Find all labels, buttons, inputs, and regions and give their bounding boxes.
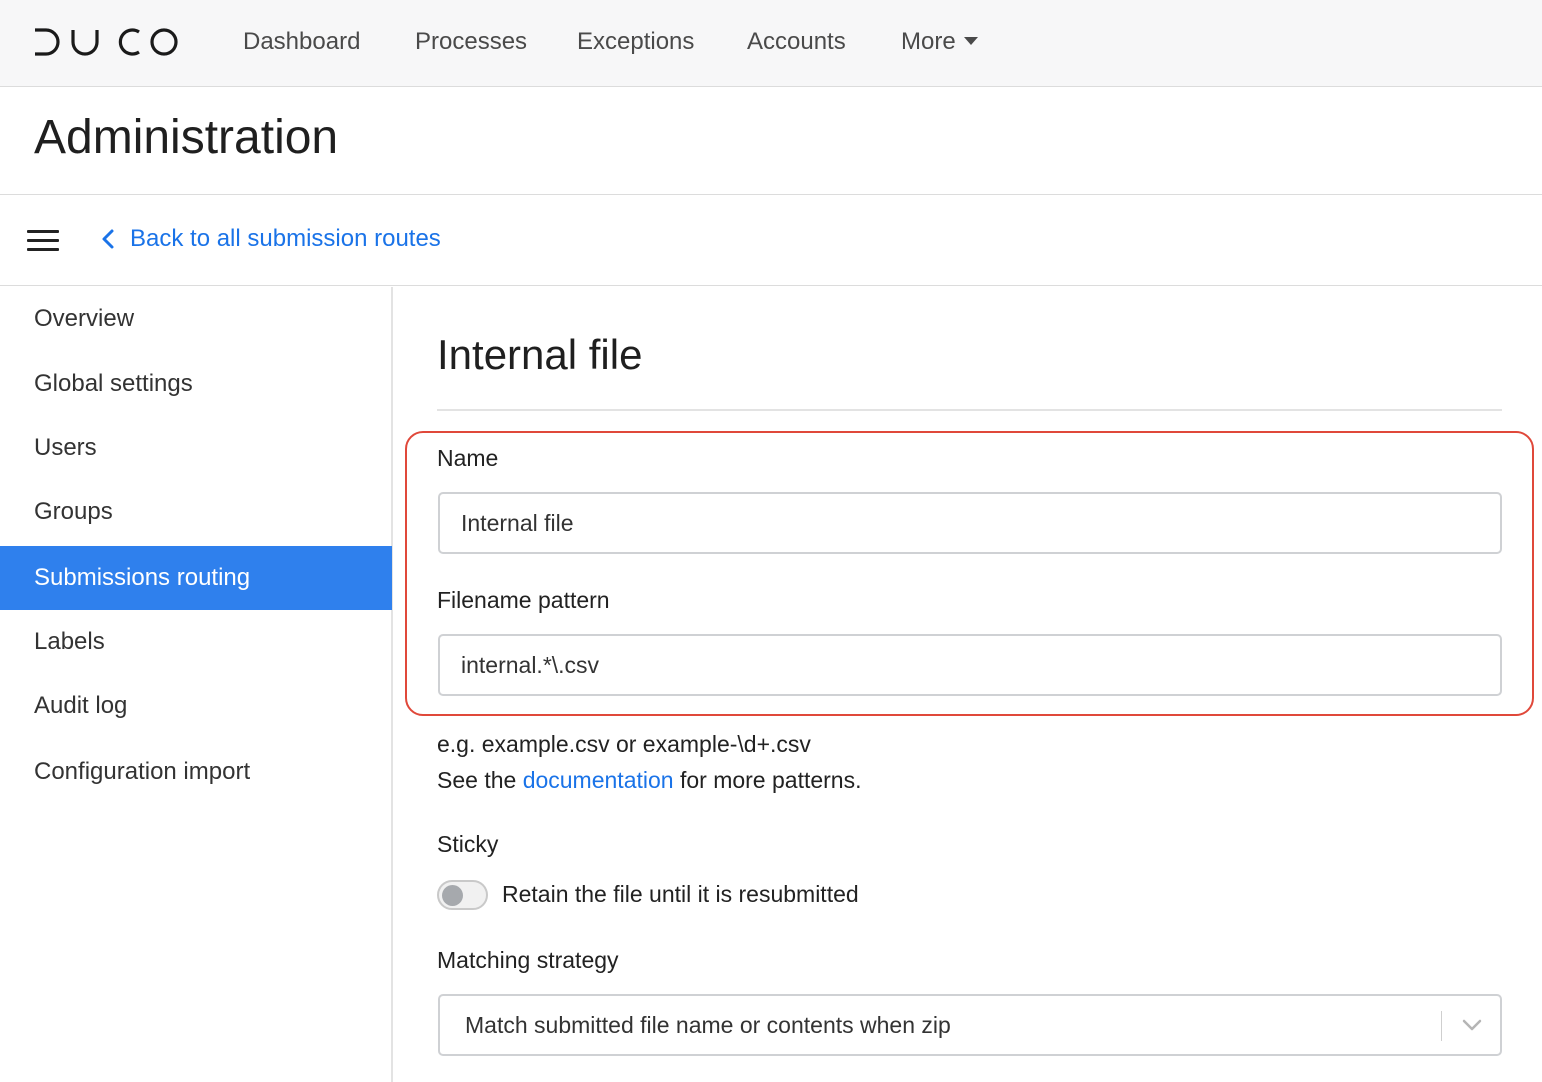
pattern-help-text: See the documentation for more patterns.: [437, 764, 862, 796]
name-input[interactable]: [438, 492, 1502, 554]
admin-sidebar: Overview Global settings Users Groups Su…: [0, 287, 393, 1082]
sidebar-item-groups[interactable]: Groups: [0, 480, 392, 544]
toggle-knob: [442, 885, 463, 906]
chevron-down-icon: [1462, 1019, 1482, 1031]
filename-pattern-label: Filename pattern: [437, 587, 610, 613]
title-divider: [437, 409, 1502, 411]
top-navbar: Dashboard Processes Exceptions Accounts …: [0, 0, 1542, 87]
pattern-example-text: e.g. example.csv or example-\d+.csv: [437, 731, 811, 757]
name-label: Name: [437, 445, 499, 471]
page-header: Administration: [0, 88, 1542, 195]
hamburger-menu-icon[interactable]: [27, 230, 59, 252]
documentation-link[interactable]: documentation: [523, 767, 674, 793]
nav-dashboard[interactable]: Dashboard: [243, 26, 360, 58]
matching-strategy-value: Match submitted file name or contents wh…: [465, 1012, 951, 1038]
sidebar-item-global-settings[interactable]: Global settings: [0, 352, 392, 416]
help-suffix: for more patterns.: [673, 767, 862, 793]
nav-more-label: More: [901, 28, 956, 55]
matching-strategy-label: Matching strategy: [437, 947, 619, 973]
nav-processes[interactable]: Processes: [415, 26, 527, 58]
sticky-toggle[interactable]: [437, 880, 488, 910]
sidebar-item-labels[interactable]: Labels: [0, 610, 392, 674]
nav-exceptions[interactable]: Exceptions: [577, 26, 694, 58]
duco-logo[interactable]: [33, 27, 179, 57]
sticky-label: Sticky: [437, 831, 499, 857]
select-divider: [1441, 1011, 1442, 1041]
nav-accounts[interactable]: Accounts: [747, 26, 846, 58]
sidebar-item-submissions-routing[interactable]: Submissions routing: [0, 546, 392, 610]
back-link-label: Back to all submission routes: [130, 225, 441, 252]
sticky-toggle-label: Retain the file until it is resubmitted: [502, 881, 859, 907]
route-title: Internal file: [437, 331, 643, 378]
help-prefix: See the: [437, 767, 523, 793]
sidebar-item-configuration-import[interactable]: Configuration import: [0, 740, 392, 804]
matching-strategy-select[interactable]: Match submitted file name or contents wh…: [438, 994, 1502, 1056]
page-title: Administration: [34, 111, 339, 164]
caret-down-icon: [963, 36, 978, 45]
nav-more-dropdown[interactable]: More: [901, 26, 978, 58]
filename-pattern-input[interactable]: [438, 634, 1502, 696]
chevron-left-icon: [102, 229, 114, 249]
sidebar-item-audit-log[interactable]: Audit log: [0, 674, 392, 738]
sidebar-item-overview[interactable]: Overview: [0, 287, 392, 351]
sub-toolbar: Back to all submission routes: [0, 196, 1542, 286]
sidebar-item-users[interactable]: Users: [0, 416, 392, 480]
back-to-routes-link[interactable]: Back to all submission routes: [100, 222, 441, 256]
